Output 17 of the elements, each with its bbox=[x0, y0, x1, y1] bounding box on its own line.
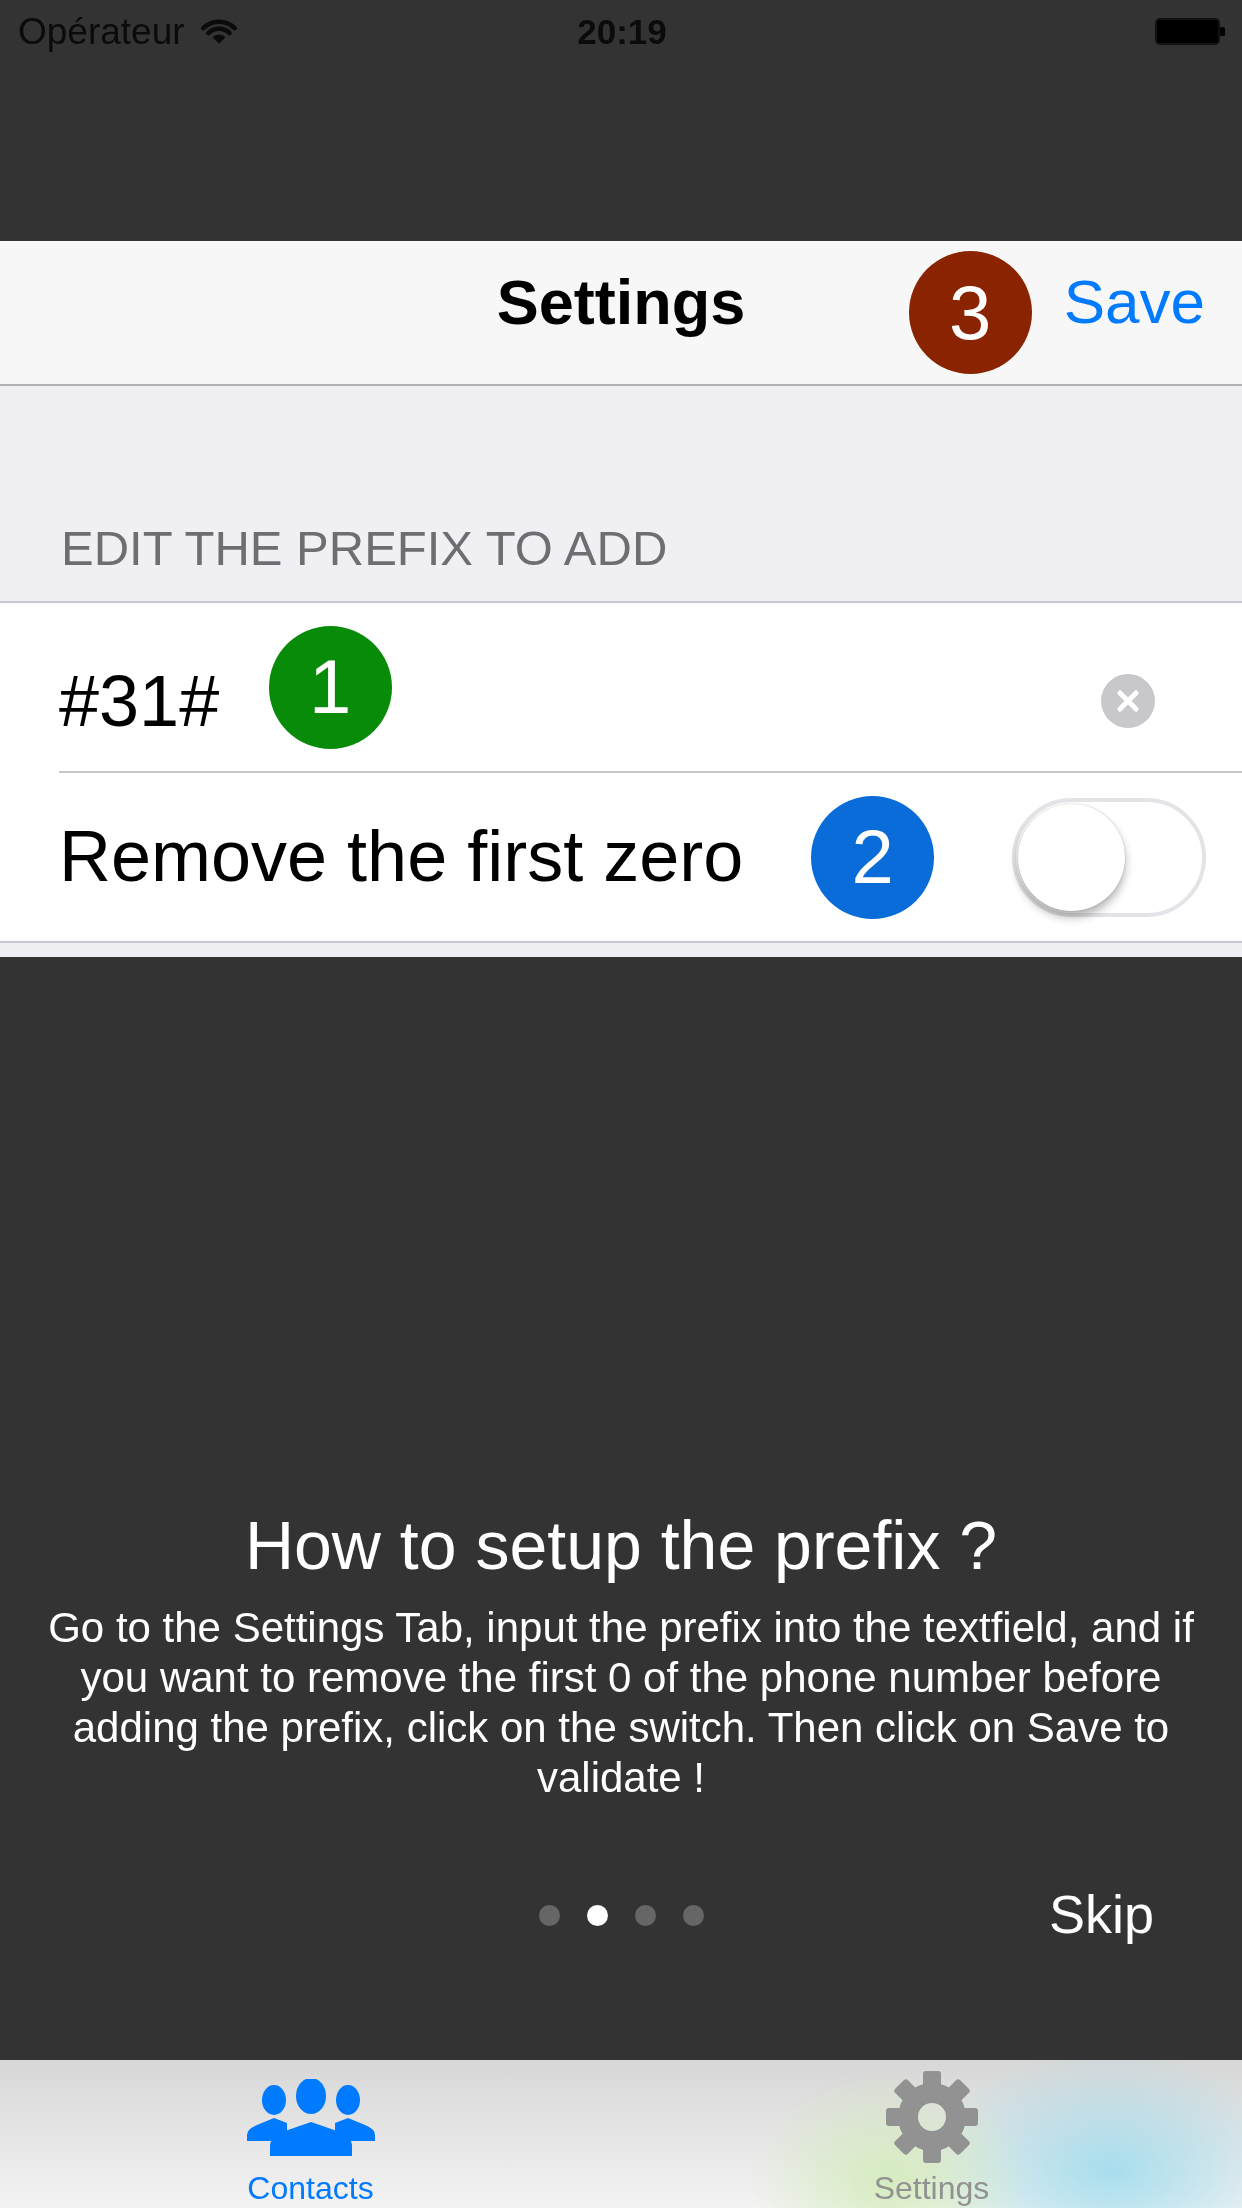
tab[interactable]: Contacts bbox=[0, 2060, 621, 2208]
tutorial-title: How to setup the prefix ? bbox=[243, 1506, 999, 1585]
people-icon bbox=[246, 2078, 375, 2156]
step-marker: 2 bbox=[811, 795, 935, 919]
tab[interactable]: Settings bbox=[621, 2060, 1242, 2208]
nav-title: Settings bbox=[496, 267, 746, 338]
section-header: EDIT THE PREFIX TO ADD bbox=[61, 522, 668, 576]
step-marker: 3 bbox=[908, 251, 1032, 374]
tutorial-text: Go to the Settings Tab, input the prefix into the textfield, and if you want to remove the first 0 of the phone number before adding the prefix, click on the switch. Then click on Save to validate ! bbox=[47, 1603, 1195, 1803]
switch-label: Remove the first zero bbox=[59, 817, 744, 897]
step-marker: 1 bbox=[268, 625, 392, 749]
save-button[interactable]: Save bbox=[1063, 268, 1205, 337]
skip-button[interactable]: Skip bbox=[1048, 1885, 1154, 1945]
clear-button[interactable] bbox=[1101, 674, 1155, 728]
text-field[interactable]: #31# bbox=[59, 647, 261, 755]
wifi-icon bbox=[200, 17, 237, 45]
battery-icon bbox=[1155, 17, 1226, 45]
